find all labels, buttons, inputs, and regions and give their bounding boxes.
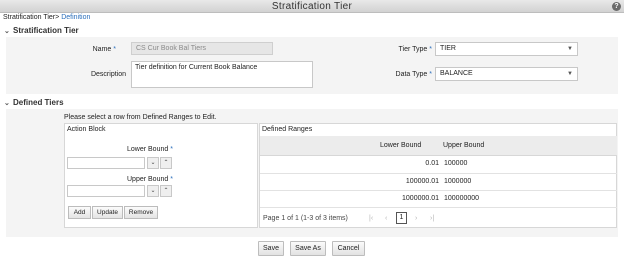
pager-of-label: of 1 bbox=[287, 215, 299, 222]
section-header-defined-tiers[interactable]: ⌄ Defined Tiers bbox=[4, 98, 64, 107]
chevron-down-icon: ▼ bbox=[567, 46, 573, 52]
upper-bound-cell: 100000 bbox=[444, 160, 468, 167]
lower-bound-label: Lower Bound * bbox=[127, 146, 173, 153]
window-titlebar: Stratification Tier ? bbox=[0, 0, 624, 13]
chevron-down-icon: ⌄ bbox=[4, 100, 10, 107]
data-type-value: BALANCE bbox=[440, 70, 473, 77]
breadcrumb-current: Definition bbox=[61, 14, 91, 21]
add-button[interactable]: Add bbox=[68, 206, 91, 219]
name-field[interactable]: CS Cur Book Bal Tiers bbox=[131, 42, 273, 55]
lower-bound-cell: 1000000.01 bbox=[402, 195, 439, 202]
upper-bound-decrement[interactable]: ⌄ bbox=[147, 185, 159, 197]
data-type-label: Data Type * bbox=[395, 71, 432, 78]
last-page-icon[interactable]: ›| bbox=[430, 215, 434, 222]
row-divider bbox=[260, 173, 617, 174]
action-block-title: Action Block bbox=[67, 126, 106, 133]
breadcrumb-parent[interactable]: Stratification Tier bbox=[3, 14, 55, 21]
pager-page-label: Page bbox=[263, 215, 280, 222]
edit-hint: Please select a row from Defined Ranges … bbox=[64, 114, 217, 121]
name-label: Name * bbox=[92, 46, 116, 53]
row-divider bbox=[260, 190, 617, 191]
lower-bound-cell: 0.01 bbox=[425, 160, 439, 167]
update-button[interactable]: Update bbox=[92, 206, 123, 219]
upper-bound-label: Upper Bound * bbox=[127, 176, 173, 183]
breadcrumb-separator: > bbox=[55, 14, 60, 21]
section-title: Defined Tiers bbox=[13, 98, 64, 107]
lower-bound-input[interactable] bbox=[67, 157, 145, 169]
pager: Page 1 of 1 (1-3 of 3 items) bbox=[263, 215, 348, 222]
lower-bound-cell: 100000.01 bbox=[405, 178, 439, 185]
first-page-icon[interactable]: |‹ bbox=[369, 215, 373, 222]
section-header-stratification-tier[interactable]: ⌄ Stratification Tier bbox=[4, 26, 79, 35]
previous-page-icon[interactable]: ‹ bbox=[385, 215, 387, 222]
save-as-button[interactable]: Save As bbox=[290, 241, 326, 256]
pager-page-number[interactable]: 1 bbox=[281, 215, 285, 222]
lower-bound-decrement[interactable]: ⌄ bbox=[147, 157, 159, 169]
window-title: Stratification Tier bbox=[271, 1, 353, 12]
upper-bound-increment[interactable]: ⌃ bbox=[160, 185, 172, 197]
column-header-upper-bound[interactable]: Upper Bound bbox=[443, 142, 484, 149]
upper-bound-cell: 1000000 bbox=[444, 178, 472, 185]
remove-button[interactable]: Remove bbox=[124, 206, 158, 219]
cancel-button[interactable]: Cancel bbox=[332, 241, 365, 256]
row-divider bbox=[260, 207, 617, 208]
upper-bound-cell: 100000000 bbox=[444, 195, 480, 202]
current-page-button[interactable]: 1 bbox=[396, 212, 407, 224]
save-button[interactable]: Save bbox=[258, 241, 284, 256]
section-title: Stratification Tier bbox=[13, 26, 79, 35]
table-header: Lower Bound Upper Bound bbox=[260, 136, 617, 156]
next-page-icon[interactable]: › bbox=[415, 215, 417, 222]
action-block: Action Block Lower Bound * ⌄ ⌃ Upper Bou… bbox=[64, 123, 258, 228]
chevron-down-icon: ▼ bbox=[567, 71, 573, 77]
help-icon[interactable]: ? bbox=[612, 2, 621, 11]
breadcrumb: Stratification Tier> Definition bbox=[3, 14, 90, 21]
tier-type-select[interactable]: TIER ▼ bbox=[435, 42, 578, 56]
chevron-down-icon: ⌄ bbox=[4, 28, 10, 35]
description-label: Description bbox=[90, 71, 126, 78]
description-field[interactable]: Tier definition for Current Book Balance bbox=[131, 61, 313, 88]
tier-type-label: Tier Type * bbox=[398, 46, 432, 53]
pager-summary: (1-3 of 3 items) bbox=[300, 215, 348, 222]
column-header-lower-bound[interactable]: Lower Bound bbox=[380, 142, 421, 149]
upper-bound-input[interactable] bbox=[67, 185, 145, 197]
data-type-select[interactable]: BALANCE ▼ bbox=[435, 67, 578, 81]
lower-bound-increment[interactable]: ⌃ bbox=[160, 157, 172, 169]
defined-ranges-title: Defined Ranges bbox=[262, 126, 313, 133]
tier-type-value: TIER bbox=[440, 45, 456, 52]
defined-ranges-table: Defined Ranges Lower Bound Upper Bound 0… bbox=[259, 123, 617, 228]
